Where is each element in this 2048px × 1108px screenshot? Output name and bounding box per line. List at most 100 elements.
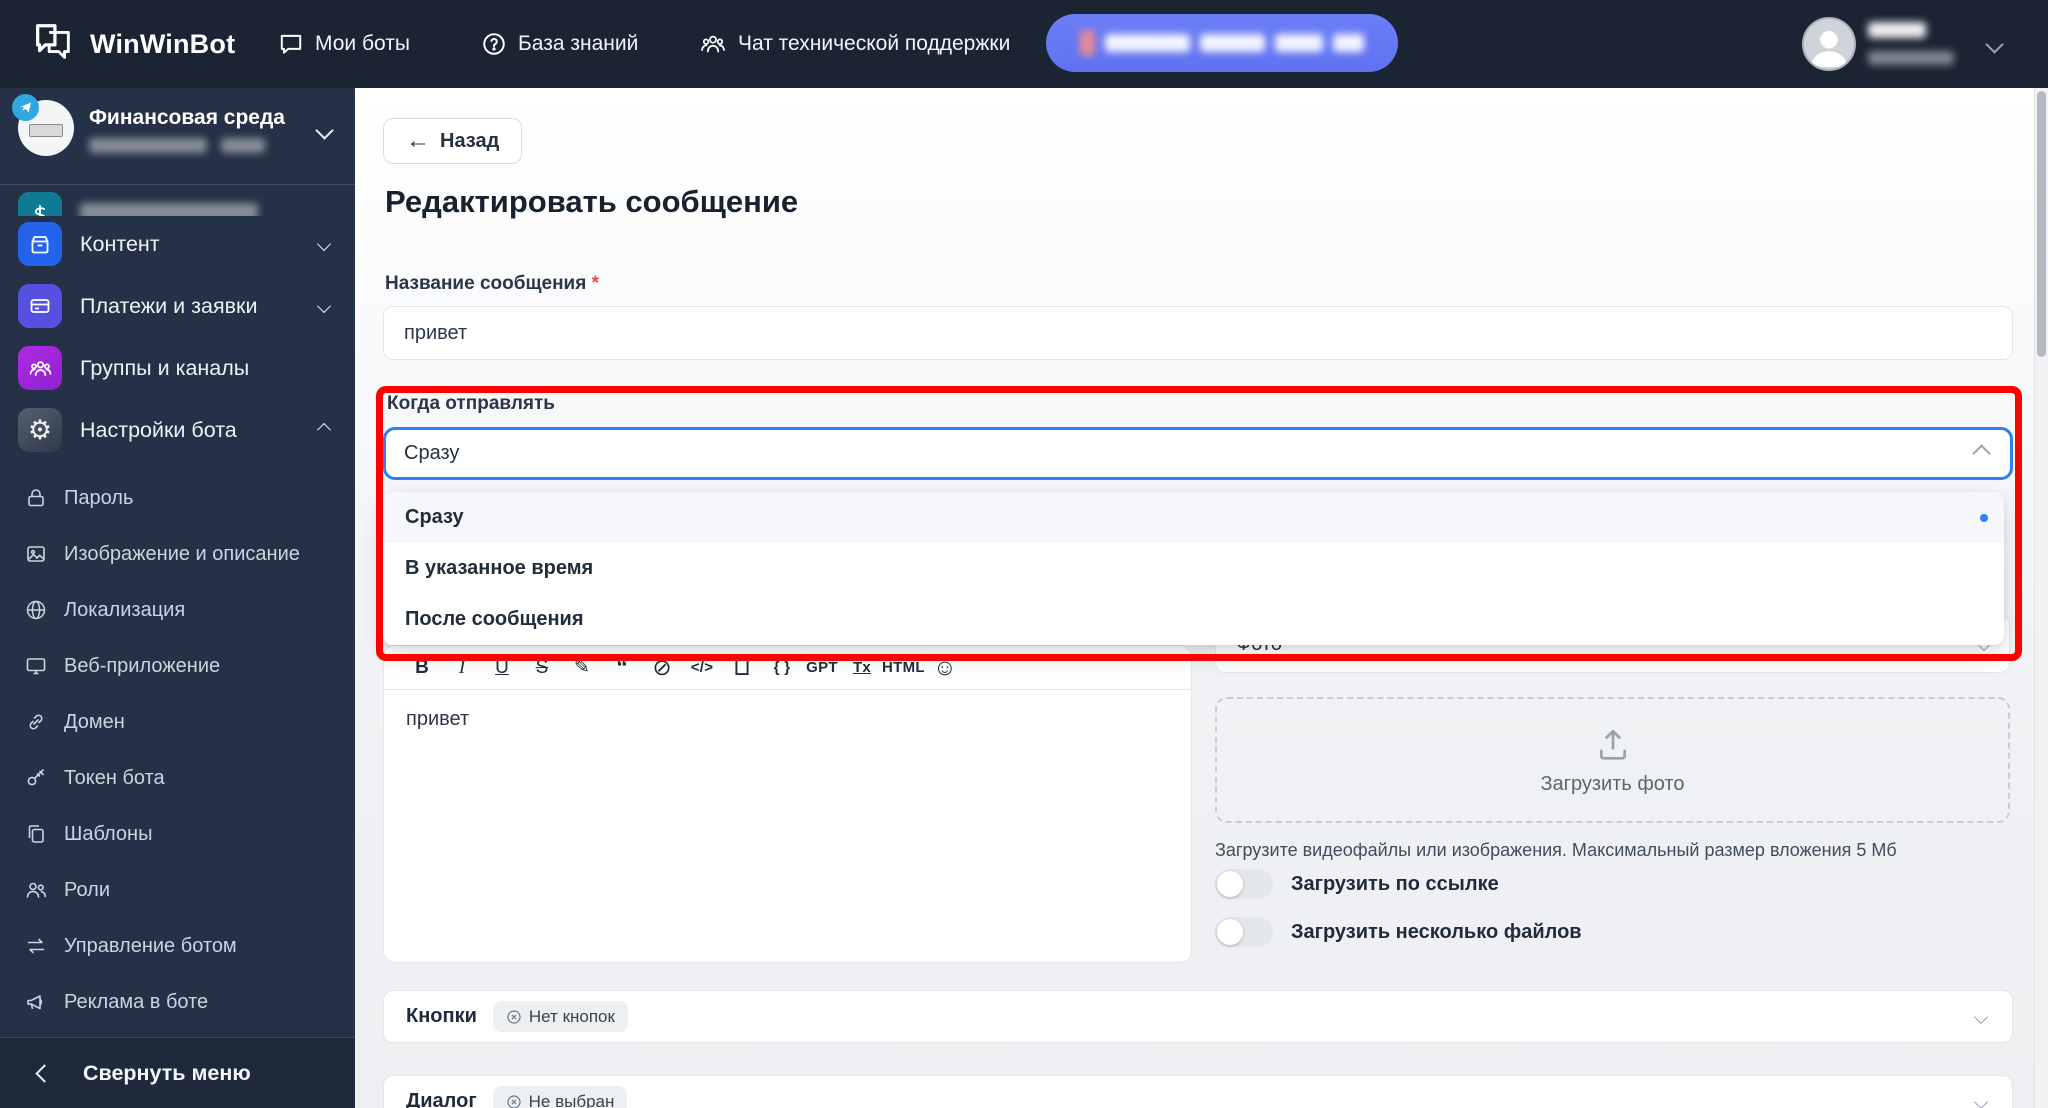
user-menu-chevron-down-icon[interactable] <box>1985 35 2004 56</box>
nav-my-bots[interactable]: Мои боты <box>278 31 410 57</box>
main-content: ← Назад Редактировать сообщение Название… <box>355 88 2048 1108</box>
buttons-panel-title: Кнопки <box>406 1005 477 1027</box>
brand[interactable]: WinWinBot <box>30 19 235 70</box>
unlink-icon[interactable]: ⊘ <box>642 654 682 681</box>
scrollbar[interactable] <box>2034 88 2048 1108</box>
sidebar-subitem-bot-token[interactable]: Токен бота <box>0 758 355 798</box>
redacted-text-block <box>1104 34 1190 52</box>
redacted-text-block <box>1868 22 1926 38</box>
app-root: WinWinBot Мои боты База знаний Чат техни… <box>0 0 2048 1108</box>
when-to-send-select[interactable]: Сразу <box>383 427 2013 480</box>
sidebar-subitem-localization[interactable]: Локализация <box>0 590 355 630</box>
sidebar: Финансовая среда Контент Платежи и заявк… <box>0 88 355 1108</box>
dropdown-option-immediately[interactable]: Сразу <box>383 492 2004 543</box>
offer-icon <box>18 192 62 216</box>
scrollbar-thumb[interactable] <box>2037 91 2046 357</box>
clear-style-icon[interactable]: ✎ <box>562 656 602 679</box>
redacted-text-block <box>1868 51 1954 65</box>
italic-icon[interactable]: I <box>442 657 482 679</box>
bold-icon[interactable]: B <box>402 657 442 679</box>
toggle-label: Загрузить несколько файлов <box>1291 920 1582 943</box>
buttons-panel[interactable]: Кнопки Нет кнопок <box>383 990 2013 1043</box>
workspace-avatar-image <box>29 124 63 137</box>
editor-textarea[interactable]: привет <box>384 690 1191 749</box>
sidebar-subitem-image-description[interactable]: Изображение и описание <box>0 534 355 574</box>
upload-hint: Загрузите видеофайлы или изображения. Ма… <box>1215 840 1897 860</box>
strikethrough-icon[interactable]: S <box>522 657 562 679</box>
toggle-label: Загрузить по ссылке <box>1291 872 1499 895</box>
redacted-text-block <box>80 202 258 216</box>
nav-knowledge-base-label: База знаний <box>518 32 639 55</box>
sidebar-subitem-label: Роли <box>64 878 110 901</box>
question-circle-icon <box>481 31 507 57</box>
upload-icon <box>1599 729 1626 760</box>
underline-icon[interactable]: U <box>482 657 522 679</box>
toggle-row-link-upload: Загрузить по ссылке <box>1215 869 1499 899</box>
link-icon <box>29 714 43 730</box>
sidebar-item-clipped[interactable] <box>0 154 355 216</box>
collapse-menu-button[interactable]: Свернуть меню <box>0 1037 355 1108</box>
dialog-panel[interactable]: Диалог Не выбран <box>383 1075 2013 1108</box>
users-icon <box>699 31 727 57</box>
workspace-chevron-down-icon <box>315 121 334 142</box>
sidebar-item-label: Контент <box>80 231 160 256</box>
roles-icon <box>26 882 46 898</box>
when-to-send-dropdown: Сразу В указанное время После сообщения <box>383 492 2004 645</box>
sidebar-subitem-roles[interactable]: Роли <box>0 870 355 910</box>
winwinbot-logo-icon <box>30 19 76 70</box>
back-button[interactable]: ← Назад <box>383 118 523 164</box>
circle-x-icon <box>507 1094 521 1108</box>
nav-support-chat-label: Чат технической поддержки <box>738 32 1011 55</box>
chevron-down-icon <box>316 236 332 252</box>
emoji-icon[interactable]: ☺ <box>925 654 965 681</box>
html-button[interactable]: HTML <box>882 659 925 676</box>
upload-multiple-toggle[interactable] <box>1215 917 1273 947</box>
sidebar-subitem-label: Шаблоны <box>64 822 153 845</box>
sidebar-subitem-bot-ads[interactable]: Реклама в боте <box>0 982 355 1022</box>
dropdown-option-at-time[interactable]: В указанное время <box>383 543 2004 594</box>
sidebar-subitem-templates[interactable]: Шаблоны <box>0 814 355 854</box>
code-icon[interactable]: </> <box>682 659 722 676</box>
chevron-up-icon <box>1972 444 1991 463</box>
back-button-label: Назад <box>440 129 500 152</box>
clear-format-icon[interactable]: Tx <box>842 659 882 676</box>
redacted-text-block <box>1274 34 1323 52</box>
chat-icon <box>278 31 304 57</box>
variables-icon[interactable]: { } <box>762 659 802 676</box>
dropdown-option-after-message[interactable]: После сообщения <box>383 594 2004 645</box>
upload-photo-dropzone[interactable]: Загрузить фото <box>1215 697 2010 823</box>
chevron-down-icon <box>1973 1009 1989 1024</box>
upload-by-link-toggle[interactable] <box>1215 869 1273 899</box>
promo-button[interactable] <box>1046 14 1398 72</box>
sidebar-subitem-domain[interactable]: Домен <box>0 702 355 742</box>
message-name-input[interactable] <box>383 306 2013 360</box>
spoiler-icon[interactable]: ⊔ <box>722 654 762 681</box>
monitor-icon <box>26 658 46 675</box>
quote-icon[interactable]: “ <box>602 654 642 681</box>
user-avatar[interactable] <box>1802 17 1856 71</box>
sidebar-subitem-webapp[interactable]: Веб-приложение <box>0 646 355 686</box>
card-icon <box>18 284 62 328</box>
editor-toolbar: B I U S ✎ “ ⊘ </> ⊔ { } GPT Tx HTML ☺ <box>384 646 1191 690</box>
toggle-knob <box>1217 919 1243 945</box>
user-name-redacted <box>1868 22 1954 70</box>
sidebar-item-label: Группы и каналы <box>80 355 250 380</box>
sidebar-subitem-label: Токен бота <box>64 766 165 789</box>
groups-icon <box>18 346 62 390</box>
chevron-down-icon <box>1973 1094 1989 1108</box>
redacted-text-block <box>221 138 266 153</box>
sidebar-subitem-password[interactable]: Пароль <box>0 478 355 518</box>
redacted-text-block <box>1199 34 1265 52</box>
sidebar-item-payments[interactable]: Платежи и заявки <box>0 278 355 334</box>
sidebar-item-bot-settings[interactable]: ⚙ Настройки бота <box>0 402 355 458</box>
megaphone-icon <box>27 995 43 1010</box>
toggle-knob <box>1217 871 1243 897</box>
required-asterisk: * <box>591 273 600 294</box>
nav-support-chat[interactable]: Чат технической поддержки <box>699 31 1010 57</box>
sidebar-item-content[interactable]: Контент <box>0 216 355 272</box>
sidebar-subitem-bot-management[interactable]: Управление ботом <box>0 926 355 966</box>
sidebar-item-groups[interactable]: Группы и каналы <box>0 340 355 396</box>
gpt-button[interactable]: GPT <box>802 659 842 676</box>
redacted-text-block <box>89 138 207 153</box>
nav-knowledge-base[interactable]: База знаний <box>481 31 638 57</box>
